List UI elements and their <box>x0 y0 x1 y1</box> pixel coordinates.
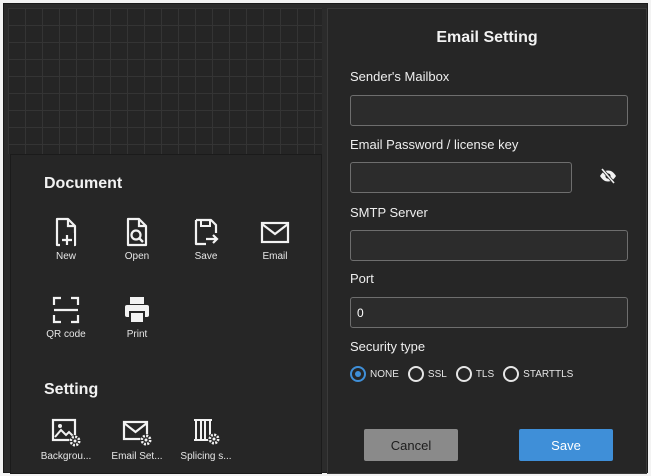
splicing-settings-icon <box>194 419 220 445</box>
mail-icon <box>260 221 290 244</box>
security-type-label: Security type <box>350 339 426 354</box>
radio-indicator <box>503 366 520 382</box>
hide-password-icon[interactable] <box>599 167 617 185</box>
new-button[interactable]: New <box>33 217 99 262</box>
radio-none[interactable]: NONE <box>350 366 399 382</box>
print-label: Print <box>126 329 148 340</box>
splicing-setting-label: Splicing s... <box>180 451 232 462</box>
background-setting-label: Backgrou... <box>40 451 92 462</box>
app-window: Document New Open Save Email QR code Pri… <box>3 3 648 474</box>
password-input[interactable] <box>350 162 572 193</box>
file-search-icon <box>126 217 148 247</box>
splicing-setting-button[interactable]: Splicing s... <box>173 417 239 462</box>
printer-icon <box>125 297 149 324</box>
save-tool-button[interactable]: Save <box>173 217 239 262</box>
security-type-radio-group: NONE SSL TLS STARTTLS <box>350 365 582 383</box>
port-input[interactable] <box>350 297 628 328</box>
tools-panel: Document New Open Save Email QR code Pri… <box>10 154 322 474</box>
canvas-grid <box>8 8 322 154</box>
radio-ssl[interactable]: SSL <box>407 366 447 382</box>
radio-tls-label: TLS <box>475 368 495 380</box>
open-button[interactable]: Open <box>104 217 170 262</box>
radio-ssl-label: SSL <box>427 368 447 380</box>
smtp-server-input[interactable] <box>350 230 628 261</box>
qr-code-button[interactable]: QR code <box>33 295 99 340</box>
file-plus-icon <box>55 217 77 247</box>
open-label: Open <box>124 251 150 262</box>
new-label: New <box>55 251 76 262</box>
panel-title: Email Setting <box>436 29 538 46</box>
save-tool-label: Save <box>194 251 218 262</box>
radio-starttls-label: STARTTLS <box>523 368 574 380</box>
email-setting-panel: Email Setting Sender's Mailbox Email Pas… <box>327 8 647 474</box>
smtp-server-label: SMTP Server <box>350 205 428 220</box>
email-label: Email <box>262 251 288 262</box>
save-icon <box>194 218 219 246</box>
radio-indicator <box>455 366 472 382</box>
email-setting-button[interactable]: Email Set... <box>104 417 170 462</box>
email-setting-label: Email Set... <box>111 451 163 462</box>
cancel-button[interactable]: Cancel <box>364 429 458 461</box>
qr-scan-icon <box>52 296 80 324</box>
radio-starttls[interactable]: STARTTLS <box>503 366 573 382</box>
senders-mailbox-input[interactable] <box>350 95 628 126</box>
radio-tls[interactable]: TLS <box>455 366 495 382</box>
email-button[interactable]: Email <box>242 217 308 262</box>
qr-code-label: QR code <box>46 329 86 340</box>
senders-mailbox-label: Sender's Mailbox <box>350 69 450 84</box>
background-setting-button[interactable]: Backgrou... <box>33 417 99 462</box>
image-settings-icon <box>51 418 81 447</box>
mail-settings-icon <box>122 420 152 446</box>
radio-selected-indicator <box>350 366 366 382</box>
save-button[interactable]: Save <box>519 429 613 461</box>
setting-section-title: Setting <box>44 381 99 398</box>
print-button[interactable]: Print <box>104 295 170 340</box>
password-label: Email Password / license key <box>350 137 519 152</box>
document-section-title: Document <box>44 175 123 192</box>
radio-none-label: NONE <box>370 368 399 380</box>
radio-indicator <box>407 366 424 382</box>
port-label: Port <box>350 271 374 286</box>
